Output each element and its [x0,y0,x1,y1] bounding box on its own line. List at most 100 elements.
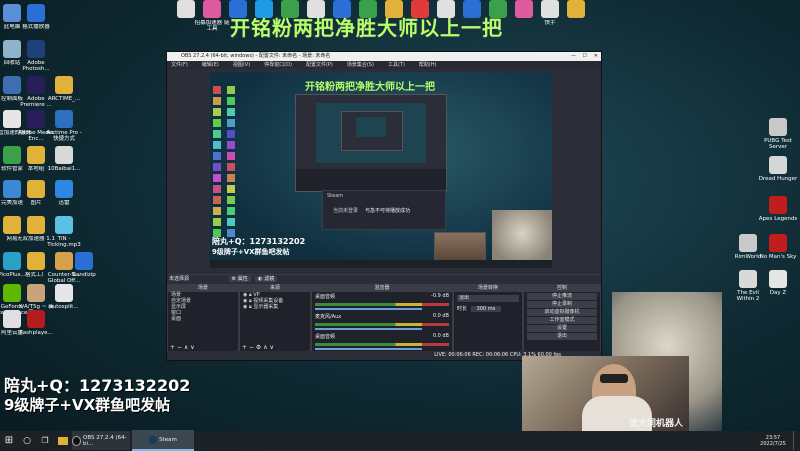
desktop-icon-left-18[interactable]: TIN - Ticking.mp3 [44,216,84,248]
menu-item-3[interactable]: 停靠窗口(D) [264,61,292,69]
app-icon [55,76,73,94]
desktop-icon-left-9[interactable]: Arctime Pro - 快捷方式 [44,110,84,142]
scene-item[interactable]: 桌面 [168,316,238,322]
control-button[interactable]: 退出 [527,333,597,340]
lock-icon[interactable]: 🔒︎ [249,304,252,310]
control-button[interactable]: 启动虚拟摄像机 [527,309,597,316]
desktop-icon-left-15[interactable]: 迅雷 [44,180,84,212]
preview-icon [213,97,221,105]
properties-button[interactable]: ⚙ 属性 [228,276,251,282]
taskbar-obs[interactable]: OBS 27.2.4 (64-bi... [72,431,130,450]
app-icon [769,118,787,136]
volume-slider[interactable] [315,328,422,330]
top-banner-overlay: 开铭粉两把净胜大师以上一把 [230,16,503,40]
menu-item-5[interactable]: 场景集合(S) [347,61,374,69]
menu-item-6[interactable]: 工具(T) [388,61,405,69]
app-icon [769,270,787,288]
context-bar: 未选择源 ⚙ 属性 ◐ 滤镜 [167,274,601,284]
desktop-icon-label: flashplaye... [19,330,53,336]
desktop-icon-right-6[interactable]: Day Z [758,270,798,302]
app-icon [739,270,757,288]
steam-popup[interactable]: Steam 当前未登录 与急不可待播放成功 [322,190,446,230]
desktop-icon-right-4[interactable]: No Man's Sky [758,234,798,266]
add-icon[interactable]: + [242,344,247,351]
preview-icon [227,196,235,204]
desktop-icon-label [556,20,596,32]
app-icon [55,216,73,234]
webcam-watermark: 沈大同机器人 [628,419,683,429]
remove-icon[interactable]: − [249,344,254,351]
mixer-channel: 桌面音频 -0.9 dB [312,292,452,310]
desktop-icon-label: ARCTIME_... [47,96,81,102]
down-icon[interactable]: ∨ [270,344,274,351]
duration-input[interactable]: 300 ms [470,306,502,312]
start-button[interactable]: ⊞ [0,431,18,450]
search-button[interactable]: ○ [18,431,36,450]
channel-name: 麦克风/Aux [315,314,342,320]
minimize-icon[interactable]: — [571,52,576,61]
controls-header: 控制 [524,285,600,292]
volume-slider[interactable] [315,308,422,310]
obs-titlebar[interactable]: OBS 27.2.4 (64-bit, windows) - 配置文件: 未命名… [167,52,601,61]
desktop-icon-label: No Man's Sky [759,254,797,260]
preview-taskbar [210,260,552,268]
source-item[interactable]: ◉ 🔒︎ 显示器采集 [240,304,310,310]
desktop-icon-top-15[interactable] [556,0,596,32]
search-icon: ○ [23,435,31,446]
menu-item-4[interactable]: 配置文件(P) [306,61,333,69]
eye-icon[interactable]: ◉ [243,304,247,310]
show-desktop-button[interactable] [793,431,800,450]
desktop-icon-left-22[interactable]: Bandizip [64,252,104,284]
desktop-icon-left-3[interactable]: Adobe Photosh... [16,40,56,72]
scenes-toolbar: + − ∧ ∨ [168,344,195,351]
preview-icon [227,185,235,193]
desktop-icon-right-1[interactable]: Dread Hunger [758,156,798,188]
app-icon [55,180,73,198]
channel-name: 桌面音频 [315,334,336,340]
control-button[interactable]: 设置 [527,325,597,332]
add-icon[interactable]: + [170,344,175,351]
control-button[interactable]: 停止录制 [527,301,597,308]
menu-item-7[interactable]: 帮助(H) [419,61,437,69]
up-icon[interactable]: ∧ [184,344,188,351]
preview-icon [213,152,221,160]
control-button[interactable]: 停止推流 [527,293,597,300]
preview-icon [213,163,221,171]
obs-window[interactable]: OBS 27.2.4 (64-bit, windows) - 配置文件: 未命名… [166,51,602,361]
volume-slider[interactable] [315,348,422,350]
menu-item-2[interactable]: 视图(V) [233,61,250,69]
sources-panel: 来源 ◉ 🔒︎ VP ◉ 🔒︎ 视频采集设备 ◉ 🔒︎ 显示器采集 + − ⚙ ∧ … [239,284,311,352]
task-view-button[interactable]: ❐ [36,431,54,450]
preview-icon [227,163,235,171]
close-icon[interactable]: ✕ [594,52,598,61]
desktop-icon-label: Apex Legends [758,216,798,222]
desktop-icon-left-12[interactable]: 10Baibai1... [44,146,84,178]
transition-select[interactable]: 淡出 [457,295,519,302]
vx-overlay: 9级牌子+VX群鱼吧发帖 [4,396,171,414]
clock[interactable]: 23:57 2022/7/25 [753,431,793,450]
control-button[interactable]: 工作室模式 [527,317,597,324]
up-icon[interactable]: ∧ [263,344,267,351]
taskbar-app-icon[interactable] [54,431,72,450]
desktop-icon-right-0[interactable]: PUBG Test Server [758,118,798,150]
filters-button[interactable]: ◐ 滤镜 [255,276,278,282]
obs-preview[interactable]: 开铭粉两把净胜大师以上一把 Steam 当前未登录 与急不可待播放成功 陪丸+Q… [210,72,552,268]
preview-icon [213,108,221,116]
task-view-icon: ❐ [41,436,49,445]
taskbar-steam[interactable]: Steam [132,430,194,451]
gear-icon[interactable]: ⚙ [256,344,261,351]
preview-vx-overlay: 9级牌子+VX群鱼吧发帖 [212,248,290,256]
menu-item-0[interactable]: 文件(F) [171,61,188,69]
menu-item-1[interactable]: 编辑(E) [202,61,219,69]
clock-date: 2022/7/25 [760,440,786,447]
maximize-icon[interactable]: ☐ [583,52,587,61]
desktop-icon-left-1[interactable]: 格式播放器 [16,4,56,36]
desktop-icon-left-27[interactable]: flashplaye... [16,310,56,342]
app-icon [769,196,787,214]
desktop-icon-left-6[interactable]: ARCTIME_... [44,76,84,108]
remove-icon[interactable]: − [177,344,182,351]
down-icon[interactable]: ∨ [190,344,194,351]
desktop-icon-right-2[interactable]: Apex Legends [758,196,798,228]
mixer-header: 混音器 [312,285,452,292]
app-icon [27,146,45,164]
